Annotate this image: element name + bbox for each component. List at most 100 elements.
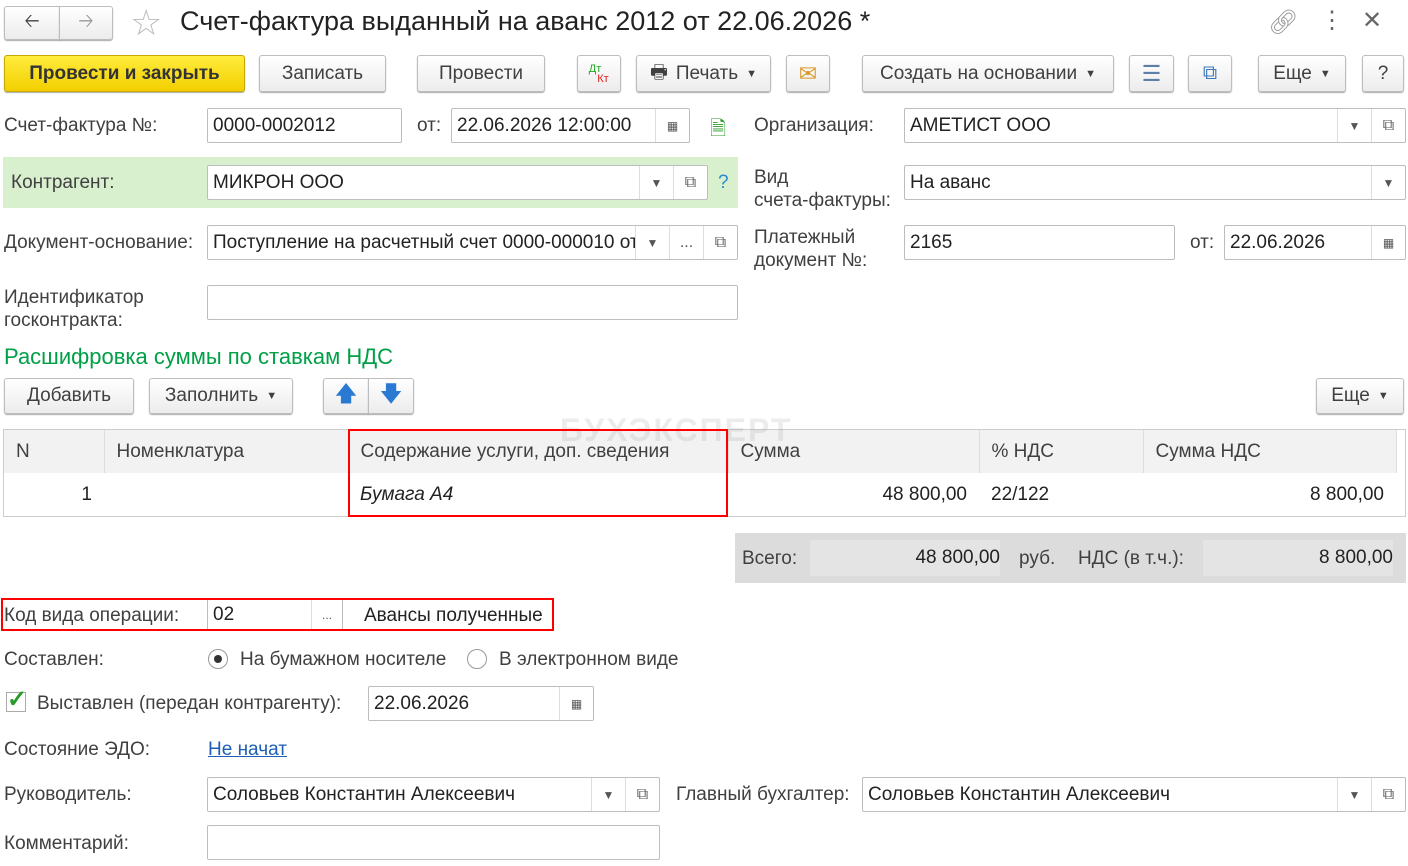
calendar-icon[interactable]: ▦ [1371, 226, 1405, 259]
accountant-label: Главный бухгалтер: [676, 784, 850, 805]
highlight-content-column [348, 429, 728, 517]
payment-doc-field[interactable]: 2165 [904, 225, 1175, 260]
org-field[interactable]: АМЕТИСТ ООО ▼ ⧉ [904, 108, 1406, 143]
dtkt-button[interactable]: Дт Кт [577, 55, 621, 92]
comment-label: Комментарий: [4, 833, 129, 854]
fill-button[interactable]: Заполнить ▼ [149, 378, 293, 414]
print-button[interactable]: 🖶 Печать ▼ [636, 55, 771, 92]
star-icon[interactable]: ☆ [130, 2, 162, 44]
structure-icon[interactable]: ⧉ [1188, 55, 1232, 92]
chevron-down-icon: ▼ [746, 67, 758, 80]
more-vert-icon[interactable]: ⋮ [1320, 6, 1344, 35]
accountant-value: Соловьев Константин Алексеевич [868, 783, 1171, 805]
counterparty-help[interactable]: ? [718, 171, 729, 194]
post-and-close-button[interactable]: Провести и закрыть [4, 55, 245, 92]
open-icon[interactable]: ⧉ [703, 226, 737, 259]
payment-date-field[interactable]: 22.06.2026 ▦ [1224, 225, 1406, 260]
dropdown-icon[interactable]: ▼ [1337, 109, 1371, 142]
more-label: Еще [1273, 62, 1312, 84]
create-based-label: Создать на основании [879, 62, 1078, 84]
payment-doc-label-1: Платежный [754, 227, 856, 248]
open-icon[interactable]: ⧉ [673, 166, 707, 199]
invoice-type-label-2: счета-фактуры: [754, 190, 891, 211]
email-button[interactable]: ✉ [786, 55, 830, 92]
more-button[interactable]: Еще ▼ [1258, 55, 1346, 92]
radio-paper[interactable] [208, 649, 228, 669]
forward-button[interactable]: 🡢 [59, 6, 113, 40]
cell-n: 1 [81, 483, 92, 505]
total-vat-label: НДС (в т.ч.): [1078, 548, 1184, 569]
chevron-down-icon: ▼ [266, 390, 278, 402]
dropdown-icon[interactable]: ▼ [591, 778, 625, 811]
head-field[interactable]: Соловьев Константин Алексеевич ▼ ⧉ [207, 777, 660, 812]
open-icon[interactable]: ⧉ [625, 778, 659, 811]
accountant-field[interactable]: Соловьев Константин Алексеевич ▼ ⧉ [862, 777, 1406, 812]
list-icon[interactable]: ☰ [1129, 55, 1174, 92]
chevron-down-icon: ▼ [1377, 390, 1389, 402]
calendar-icon[interactable]: ▦ [655, 109, 689, 142]
comment-field[interactable] [207, 825, 660, 860]
radio-electronic[interactable] [467, 649, 487, 669]
create-based-button[interactable]: Создать на основании ▼ [862, 55, 1114, 92]
invoice-no-field[interactable]: 0000-0002012 [207, 108, 402, 143]
composed-label: Составлен: [4, 649, 104, 670]
col-n[interactable]: N [4, 430, 105, 473]
help-button[interactable]: ? [1362, 55, 1404, 92]
calendar-icon[interactable]: ▦ [559, 687, 593, 720]
close-icon[interactable]: ✕ [1362, 6, 1382, 35]
col-item[interactable]: Номенклатура [104, 430, 349, 473]
dropdown-icon[interactable]: ▼ [1371, 166, 1405, 199]
chevron-down-icon: ▼ [1319, 67, 1331, 80]
document-check-icon[interactable]: 🗎︎ [710, 114, 726, 148]
contract-field[interactable] [207, 285, 738, 320]
payment-doc-value: 2165 [910, 231, 953, 253]
cell-item [104, 473, 348, 516]
table-more-button[interactable]: Еще ▼ [1316, 378, 1404, 414]
invoice-type-value: На аванс [910, 171, 991, 193]
payment-doc-label-2: документ №: [754, 250, 868, 271]
dropdown-icon[interactable]: ▼ [639, 166, 673, 199]
printer-icon: 🖶 [649, 61, 668, 83]
invoice-date-label: от: [417, 115, 442, 136]
dropdown-icon[interactable]: ▼ [635, 226, 669, 259]
issued-date-field[interactable]: 22.06.2026 ▦ [368, 686, 594, 721]
issued-checkbox[interactable]: ✓ [6, 688, 27, 712]
print-label: Печать [675, 62, 739, 84]
col-rate[interactable]: % НДС [979, 430, 1144, 473]
save-button[interactable]: Записать [259, 55, 386, 92]
move-up-button[interactable]: 🡅 [323, 378, 369, 414]
base-doc-label: Документ-основание: [4, 232, 194, 253]
open-icon[interactable]: ⧉ [1371, 778, 1405, 811]
base-doc-field[interactable]: Поступление на расчетный счет 0000-00001… [207, 225, 738, 260]
add-button[interactable]: Добавить [4, 378, 134, 414]
radio-paper-label[interactable]: На бумажном носителе [240, 648, 446, 671]
total-vat-value: 8 800,00 [1203, 540, 1393, 576]
invoice-no-label: Счет-фактура №: [4, 115, 158, 136]
cell-vat: 8 800,00 [1310, 483, 1384, 505]
invoice-no-value: 0000-0002012 [213, 114, 336, 136]
radio-electronic-label[interactable]: В электронном виде [499, 648, 679, 671]
dropdown-icon[interactable]: ▼ [1337, 778, 1371, 811]
invoice-type-field[interactable]: На аванс ▼ [904, 165, 1406, 200]
edo-status-link[interactable]: Не начат [208, 738, 287, 761]
invoice-date-value: 22.06.2026 12:00:00 [457, 114, 632, 136]
payment-date-label: от: [1190, 232, 1215, 253]
move-down-button[interactable]: 🡇 [368, 378, 414, 414]
select-dots[interactable]: ... [669, 226, 703, 259]
counterparty-field[interactable]: МИКРОН ООО ▼ ⧉ [207, 165, 708, 200]
base-doc-value: Поступление на расчетный счет 0000-00001… [213, 231, 635, 253]
open-icon[interactable]: ⧉ [1371, 109, 1405, 142]
cell-rate: 22/122 [991, 483, 1050, 505]
back-button[interactable]: 🡠 [4, 6, 60, 40]
link-icon[interactable]: 🔗︎ [1268, 8, 1298, 37]
invoice-date-field[interactable]: 22.06.2026 12:00:00 ▦ [451, 108, 690, 143]
head-label: Руководитель: [4, 784, 132, 805]
chevron-down-icon: ▼ [1085, 67, 1096, 80]
issued-label: Выставлен (передан контрагенту): [37, 693, 342, 714]
page-title: Счет-фактура выданный на аванс 2012 от 2… [180, 6, 871, 36]
head-value: Соловьев Константин Алексеевич [213, 783, 516, 805]
post-button[interactable]: Провести [417, 55, 545, 92]
edo-label: Состояние ЭДО: [4, 739, 151, 760]
col-vat[interactable]: Сумма НДС [1143, 430, 1397, 473]
contract-label-1: Идентификатор [4, 287, 144, 308]
